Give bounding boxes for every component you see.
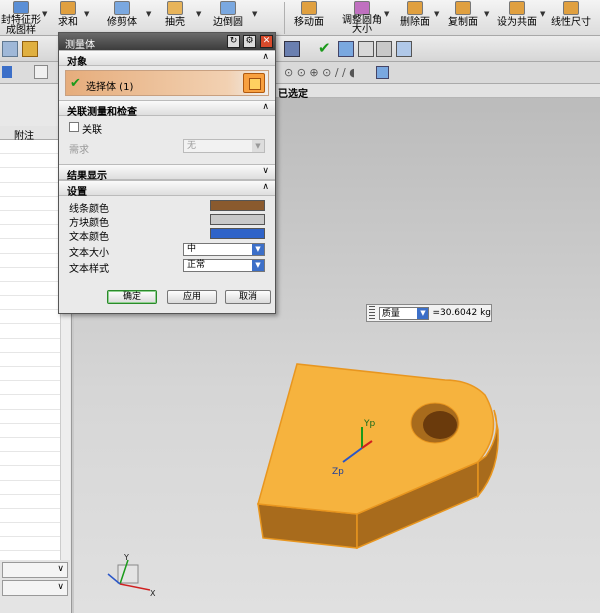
measure-readout: 质量 ▼ =30.6042 kg (366, 304, 492, 322)
object-section-header[interactable]: 对象 ∧ (59, 50, 275, 68)
associative-checkbox[interactable] (69, 122, 79, 132)
line-color-swatch[interactable] (210, 200, 265, 211)
triad-x-axis (119, 583, 151, 591)
block-color-swatch[interactable] (210, 214, 265, 225)
text-size-select[interactable]: 中 ▼ (183, 243, 265, 256)
chevron-up-icon: ∧ (262, 102, 269, 112)
settings-section: 线条颜色 方块颜色 文本颜色 文本大小 中 ▼ 文本样式 正常 ▼ (59, 196, 275, 282)
apply-button[interactable]: 应用 (167, 290, 217, 304)
chevron-down-icon: ▼ (252, 140, 264, 152)
select-body-field[interactable]: ✔ 选择体 (1) (65, 70, 269, 96)
view-triad: Y X (107, 553, 156, 598)
check-icon: ✔ (70, 76, 81, 91)
dialog-title-bar[interactable]: 测量体 ↻ ⚙ ✕ (59, 33, 275, 51)
reset-icon[interactable]: ↻ (227, 35, 240, 48)
chevron-up-icon: ∧ (262, 182, 269, 192)
solid-body-select-icon[interactable] (243, 73, 265, 93)
measure-property-select[interactable]: 质量 ▼ (378, 306, 430, 320)
chevron-down-icon: ▼ (252, 244, 264, 255)
close-icon[interactable]: ✕ (260, 35, 273, 48)
solid-body[interactable] (257, 363, 499, 550)
object-section: ✔ 选择体 (1) (59, 66, 275, 100)
chevron-up-icon: ∧ (262, 52, 269, 62)
related-section-header[interactable]: 关联测量和检查 ∧ (59, 100, 275, 118)
chevron-down-icon: ∨ (262, 166, 269, 176)
measure-value: =30.6042 kg (432, 308, 491, 318)
text-color-swatch[interactable] (210, 228, 265, 239)
dialog-button-row: 确定 应用 取消 (59, 287, 275, 307)
chevron-down-icon: ▼ (417, 307, 429, 319)
ok-button[interactable]: 确定 (107, 290, 157, 304)
triad-x-label: X (150, 589, 156, 598)
settings-section-header[interactable]: 设置 ∧ (59, 180, 275, 198)
work-z-label: Zp (332, 467, 344, 477)
results-section-header[interactable]: 结果显示 ∨ (59, 164, 275, 182)
part-hole-inner (423, 411, 457, 439)
requirement-select[interactable]: 无 ▼ (183, 139, 265, 153)
triad-y-label: Y (123, 553, 129, 562)
gear-icon[interactable]: ⚙ (243, 35, 256, 48)
chevron-down-icon: ▼ (252, 260, 264, 271)
related-section: 关联 需求 无 ▼ (59, 116, 275, 164)
work-y-label: Yp (363, 419, 375, 429)
readout-drag-handle[interactable] (369, 306, 375, 320)
text-style-select[interactable]: 正常 ▼ (183, 259, 265, 272)
cancel-button[interactable]: 取消 (225, 290, 271, 304)
measure-body-dialog: 测量体 ↻ ⚙ ✕ 对象 ∧ ✔ 选择体 (1) 关联测量和检查 ∧ 关联 需求… (58, 32, 276, 314)
